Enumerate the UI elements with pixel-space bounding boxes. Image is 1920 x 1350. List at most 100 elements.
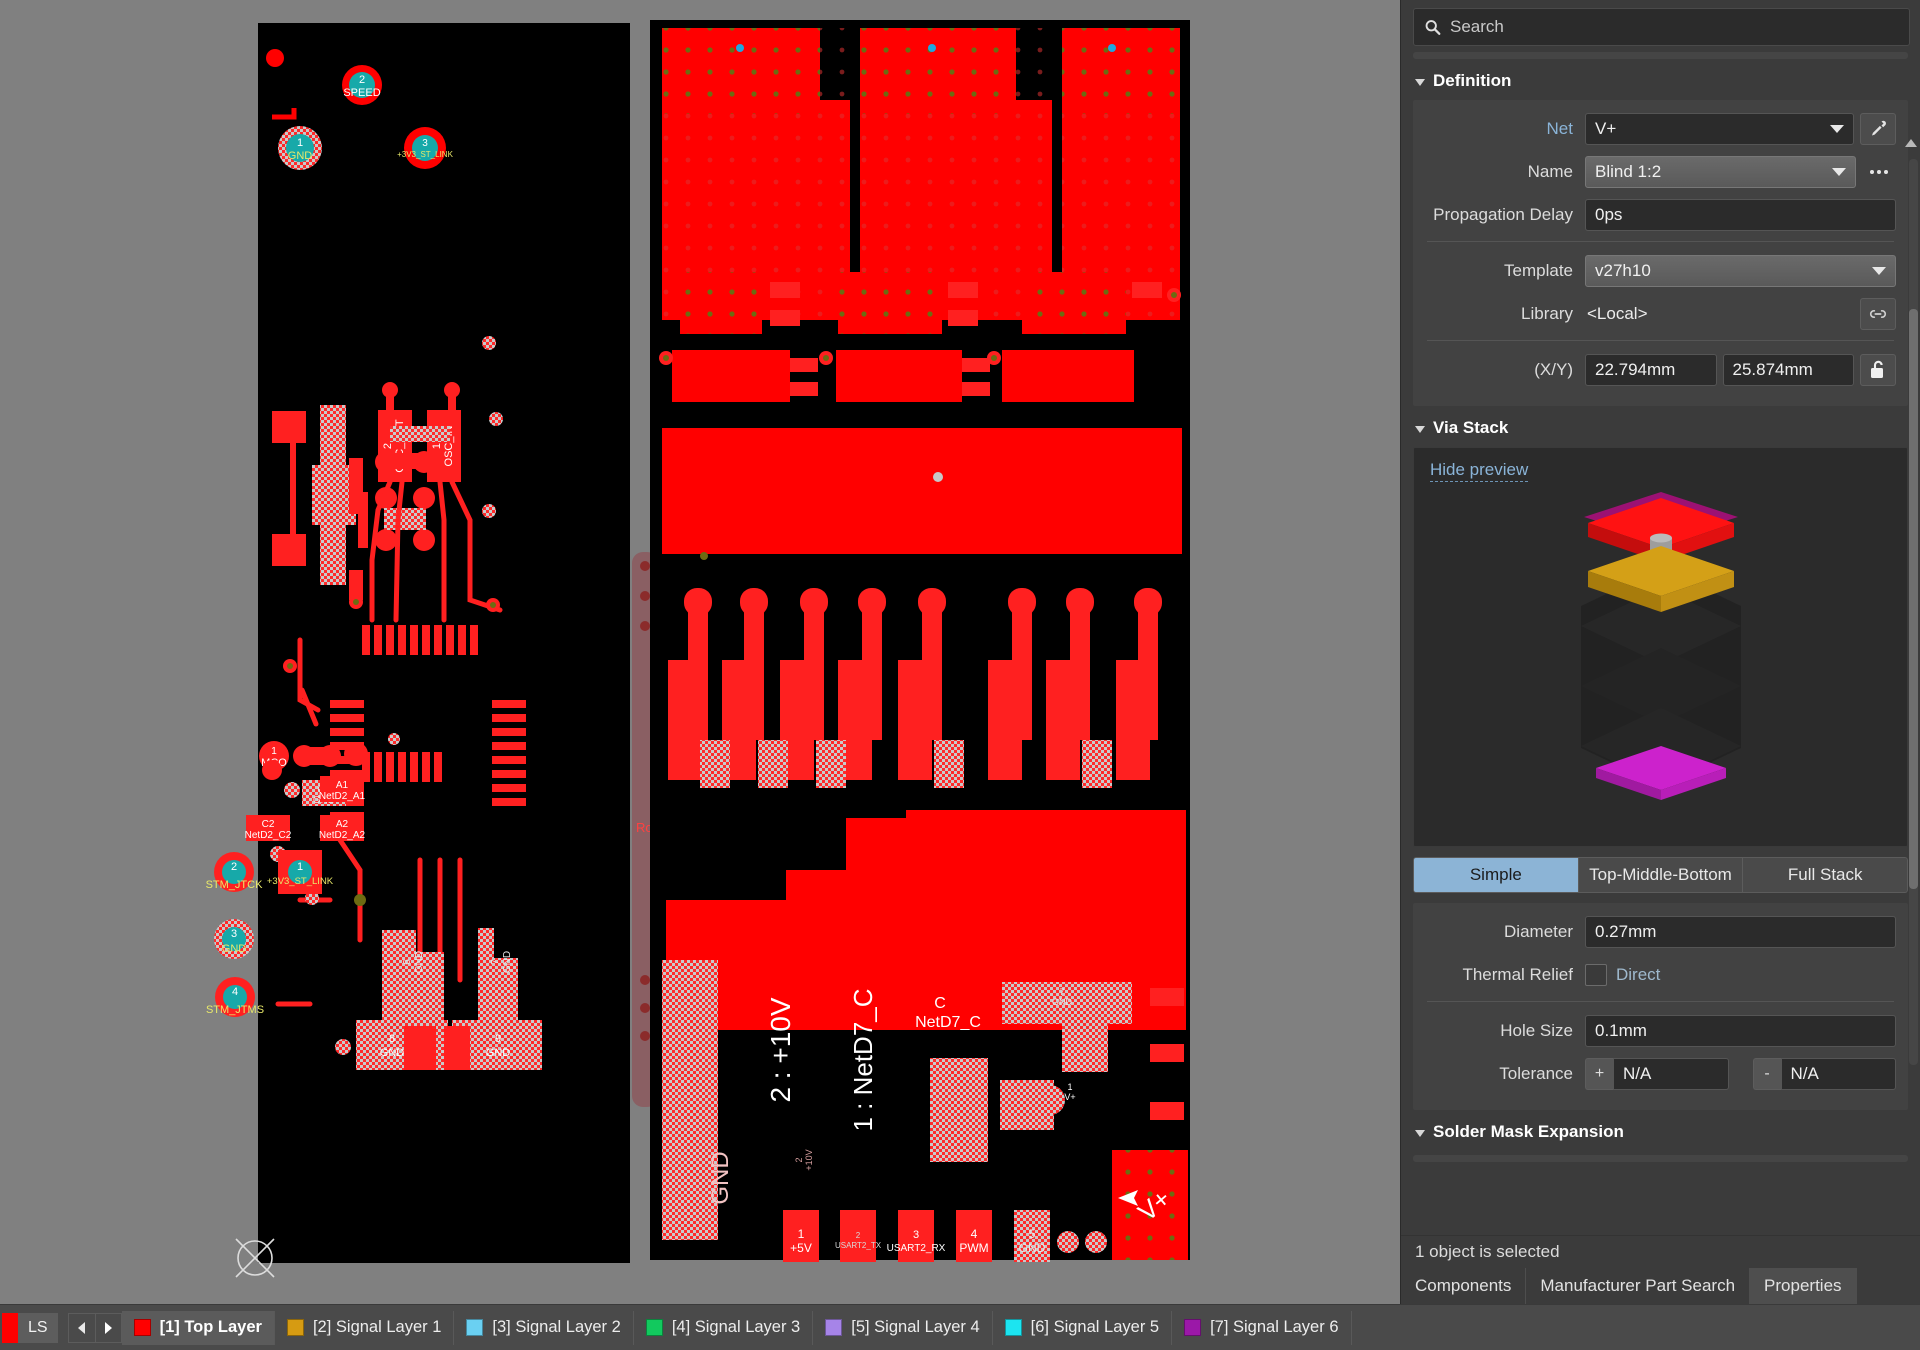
template-combo[interactable]: v27h10	[1585, 255, 1896, 287]
name-combo[interactable]: Blind 1:2	[1585, 156, 1856, 188]
layer-tab-signal-layer-4[interactable]: [5] Signal Layer 4	[813, 1310, 993, 1345]
chevron-left-icon	[77, 1321, 85, 1334]
panel-scrollbar-thumb[interactable]	[1909, 309, 1918, 889]
layer-sets-label[interactable]: LS	[18, 1312, 58, 1343]
ellipsis-icon	[1884, 170, 1888, 174]
hole-size-label: Hole Size	[1500, 1021, 1573, 1040]
field-propagation-delay: Propagation Delay 0ps	[1425, 196, 1896, 234]
library-link-button[interactable]	[1860, 298, 1896, 330]
layer-tab-signal-layer-3[interactable]: [4] Signal Layer 3	[634, 1310, 814, 1345]
layer-tab-label: [1] Top Layer	[159, 1318, 262, 1336]
svg-text:4: 4	[971, 1227, 978, 1241]
field-thermal-relief: Thermal Relief Direct	[1425, 956, 1896, 994]
svg-text:2: 2	[856, 1231, 861, 1240]
tolerance-plus-sign: +	[1585, 1058, 1613, 1090]
pad-usart2tx-2: 2 USART2_TX	[835, 1210, 882, 1262]
layer-tab-signal-layer-5[interactable]: [6] Signal Layer 5	[993, 1310, 1173, 1345]
y-input[interactable]: 25.874mm	[1722, 354, 1854, 386]
layer-sets-color-swatch	[2, 1312, 18, 1343]
layer-nav-buttons[interactable]	[67, 1312, 122, 1343]
layer-tab-signal-layer-1[interactable]: [2] Signal Layer 1	[275, 1310, 455, 1345]
component-netd2-c2: C2 NetD2_C2	[245, 815, 292, 841]
svg-text:PWM: PWM	[959, 1241, 988, 1255]
field-hole-size: Hole Size 0.1mm	[1425, 1012, 1896, 1050]
hide-preview-link[interactable]: Hide preview	[1430, 460, 1529, 482]
tab-top-middle-bottom[interactable]: Top-Middle-Bottom	[1578, 857, 1744, 893]
hole-size-input[interactable]: 0.1mm	[1585, 1015, 1896, 1047]
svg-text:2: 2	[359, 74, 365, 86]
template-value: v27h10	[1595, 261, 1651, 280]
thermal-relief-checkbox[interactable]	[1585, 964, 1607, 986]
search-input[interactable]	[1450, 17, 1899, 37]
svg-text:A1: A1	[336, 780, 349, 791]
collapse-triangle-icon	[1415, 1129, 1425, 1137]
tab-components[interactable]: Components	[1401, 1268, 1527, 1304]
tolerance-plus-input[interactable]: N/A	[1613, 1058, 1729, 1090]
hole-size-value: 0.1mm	[1595, 1021, 1647, 1040]
via-stack-preview[interactable]: Hide preview	[1413, 447, 1908, 847]
svg-text:3: 3	[422, 138, 428, 149]
tab-simple[interactable]: Simple	[1413, 857, 1579, 893]
field-tolerance: Tolerance + N/A - N/A	[1425, 1055, 1896, 1093]
layer-sets-chip[interactable]: LS	[2, 1312, 58, 1343]
pcb-drawing[interactable]: 1 GND 2 SPEED 3 +3V3_ST_LINK 2 OSC_OUT 1…	[0, 0, 1400, 1304]
scroll-up-caret[interactable]	[1905, 139, 1917, 147]
layer-color-swatch	[133, 1319, 151, 1336]
layer-next-button[interactable]	[94, 1313, 121, 1342]
panel-tab-bar[interactable]: Components Manufacturer Part Search Prop…	[1401, 1268, 1920, 1304]
layer-tab-label: [7] Signal Layer 6	[1210, 1318, 1339, 1336]
diameter-label: Diameter	[1504, 922, 1573, 941]
divider	[1427, 1001, 1894, 1002]
svg-text:3: 3	[913, 1229, 919, 1241]
svg-text:7: 7	[490, 959, 501, 965]
via-stack-mode-tabs[interactable]: Simple Top-Middle-Bottom Full Stack	[1413, 857, 1908, 893]
net-eyedropper-button[interactable]	[1860, 113, 1896, 145]
section-header-solder-mask-expansion[interactable]: Solder Mask Expansion	[1401, 1110, 1920, 1151]
tolerance-minus-input[interactable]: N/A	[1780, 1058, 1896, 1090]
name-more-button[interactable]	[1862, 156, 1896, 188]
chevron-down-icon	[1830, 125, 1844, 133]
search-box[interactable]	[1413, 8, 1910, 46]
tab-manufacturer-part-search[interactable]: Manufacturer Part Search	[1526, 1268, 1751, 1304]
thermal-relief-checkbox-row[interactable]: Direct	[1585, 964, 1660, 986]
tolerance-minus-sign: -	[1752, 1058, 1781, 1090]
layer-tab-label: [4] Signal Layer 3	[671, 1318, 801, 1336]
panel-scroll-area[interactable]: Definition Net V+ Name Blind 1:2 Propaga…	[1401, 59, 1920, 1235]
section-header-definition[interactable]: Definition	[1401, 59, 1920, 100]
layer-prev-button[interactable]	[69, 1314, 95, 1342]
layer-tab-top-layer[interactable]: [1] Top Layer	[121, 1310, 275, 1345]
net-combo[interactable]: V+	[1585, 113, 1854, 145]
thermal-relief-option-label: Direct	[1616, 965, 1661, 984]
label-netd7c-1: 1 : NetD7_C	[848, 988, 878, 1131]
pcb-canvas[interactable]: 1 GND 2 SPEED 3 +3V3_ST_LINK 2 OSC_OUT 1…	[0, 0, 1400, 1304]
layer-tab-bar[interactable]: LS [1] Top Layer [2] Signal Layer 1 [3] …	[0, 1304, 1920, 1350]
left-board[interactable]: 1 GND 2 SPEED 3 +3V3_ST_LINK 2 OSC_OUT 1…	[206, 23, 630, 1278]
pad-gnd-5: 5 GND	[1014, 1210, 1050, 1262]
via-stack-group: Diameter 0.27mm Thermal Relief Direct Ho…	[1413, 903, 1908, 1110]
tolerance-plus-group: + N/A	[1585, 1058, 1729, 1090]
lock-toggle-button[interactable]	[1860, 354, 1896, 386]
pad-stm-jtck-2: 2 STM_JTCK	[206, 852, 264, 892]
svg-text:GND: GND	[707, 1151, 734, 1204]
svg-text:GND: GND	[380, 1047, 405, 1059]
tab-properties[interactable]: Properties	[1750, 1268, 1857, 1304]
xy-label: (X/Y)	[1534, 360, 1573, 379]
layer-tab-signal-layer-2[interactable]: [3] Signal Layer 2	[454, 1310, 634, 1345]
field-xy: (X/Y) 22.794mm 25.874mm	[1425, 351, 1896, 389]
field-name: Name Blind 1:2	[1425, 153, 1896, 191]
tab-full-stack[interactable]: Full Stack	[1743, 857, 1908, 893]
svg-text:V+: V+	[1064, 1092, 1075, 1102]
diameter-input[interactable]: 0.27mm	[1585, 916, 1896, 948]
section-header-via-stack[interactable]: Via Stack	[1401, 406, 1920, 447]
propagation-delay-input[interactable]: 0ps	[1585, 199, 1896, 231]
collapse-triangle-icon	[1415, 78, 1425, 86]
x-input[interactable]: 22.794mm	[1585, 354, 1717, 386]
net-label: Net	[1546, 119, 1573, 138]
layer-tab-signal-layer-6[interactable]: [7] Signal Layer 6	[1172, 1310, 1352, 1345]
via-3d-preview	[1580, 492, 1741, 800]
properties-panel: Definition Net V+	[1400, 0, 1920, 1304]
right-board[interactable]: GND 2 : +10V 1 : NetD7_C C NetD7_C V+ 1 …	[650, 20, 1190, 1262]
layer-color-swatch	[1184, 1319, 1202, 1336]
svg-text:STM_JTCK: STM_JTCK	[206, 879, 264, 891]
svg-text:GND: GND	[1019, 1241, 1046, 1255]
